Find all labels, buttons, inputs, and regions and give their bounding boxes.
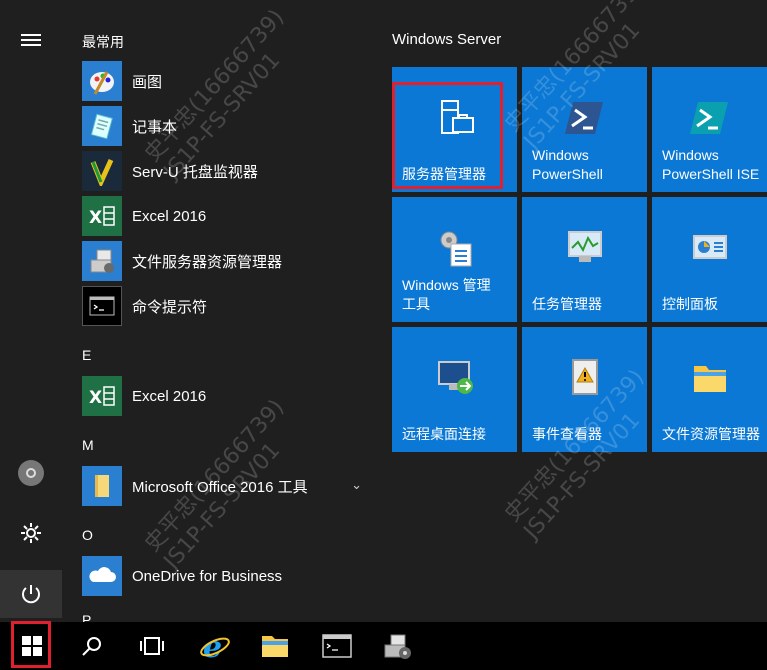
windows-start-icon[interactable] bbox=[2, 622, 62, 670]
notepad-icon bbox=[82, 106, 122, 146]
tile-powershell-ise[interactable]: Windows PowerShell ISE bbox=[652, 67, 767, 192]
taskbar: e bbox=[0, 622, 767, 670]
tile-task-manager[interactable]: 任务管理器 bbox=[522, 197, 647, 322]
server-manager-icon bbox=[392, 95, 517, 141]
app-label: Microsoft Office 2016 工具 bbox=[132, 478, 308, 496]
servu-icon bbox=[82, 151, 122, 191]
app-office-tools-folder[interactable]: Microsoft Office 2016 工具 ⌄ bbox=[82, 465, 372, 507]
gear-icon[interactable] bbox=[0, 509, 62, 557]
file-explorer-icon[interactable] bbox=[245, 622, 305, 670]
tile-server-manager[interactable]: 服务器管理器 bbox=[392, 67, 517, 192]
tile-event-viewer[interactable]: 事件查看器 bbox=[522, 327, 647, 452]
tile-admin-tools[interactable]: Windows 管理 工具 bbox=[392, 197, 517, 322]
app-label: 文件服务器资源管理器 bbox=[132, 253, 283, 271]
admin-tools-icon bbox=[392, 225, 517, 271]
file-server-icon bbox=[82, 241, 122, 281]
folder-icon bbox=[82, 466, 122, 506]
tiles-group-header[interactable]: Windows Server bbox=[392, 31, 501, 48]
task-view-icon[interactable] bbox=[122, 622, 182, 670]
app-file-server-resource-manager[interactable]: 文件服务器资源管理器 bbox=[82, 240, 372, 282]
app-label: 命令提示符 bbox=[132, 298, 208, 316]
control-panel-icon bbox=[652, 225, 767, 271]
tile-remote-desktop[interactable]: 远程桌面连接 bbox=[392, 327, 517, 452]
svg-text:X: X bbox=[89, 208, 102, 228]
powershell-ise-icon bbox=[652, 95, 767, 141]
tile-label: Windows 管理 工具 bbox=[402, 277, 491, 312]
app-servu[interactable]: Serv-U 托盘监视器 bbox=[82, 150, 372, 192]
power-icon[interactable] bbox=[0, 570, 62, 618]
app-notepad[interactable]: 记事本 bbox=[82, 105, 372, 147]
tile-label: 控制面板 bbox=[662, 296, 718, 312]
app-excel[interactable]: X Excel 2016 bbox=[82, 375, 372, 417]
app-paint[interactable]: 画图 bbox=[82, 60, 372, 102]
app-label: Excel 2016 bbox=[132, 207, 207, 225]
app-label: Excel 2016 bbox=[132, 387, 207, 405]
excel-icon: X bbox=[82, 376, 122, 416]
powershell-icon bbox=[522, 95, 647, 141]
paint-icon bbox=[82, 61, 122, 101]
group-header-m[interactable]: M bbox=[82, 437, 94, 453]
app-onedrive-business[interactable]: OneDrive for Business bbox=[82, 555, 372, 597]
cmd-icon bbox=[82, 286, 122, 326]
task-manager-icon bbox=[522, 225, 647, 271]
tile-label: 事件查看器 bbox=[532, 426, 602, 442]
cmd-icon[interactable] bbox=[307, 622, 367, 670]
group-header-most-used: 最常用 bbox=[82, 34, 124, 50]
tile-label: 文件资源管理器 bbox=[662, 426, 760, 442]
app-label: Serv-U 托盘监视器 bbox=[132, 163, 258, 181]
start-menu: 最常用 E M O P 画图 记事本 Serv-U 托盘监视器 X Excel … bbox=[0, 0, 767, 622]
group-header-e[interactable]: E bbox=[82, 347, 91, 363]
app-label: OneDrive for Business bbox=[132, 567, 283, 585]
group-header-o[interactable]: O bbox=[82, 527, 93, 543]
file-explorer-icon bbox=[652, 355, 767, 401]
tile-label: 任务管理器 bbox=[532, 296, 602, 312]
group-header-p[interactable]: P bbox=[82, 612, 91, 622]
remote-desktop-icon bbox=[392, 355, 517, 401]
search-icon[interactable] bbox=[62, 622, 122, 670]
hamburger-icon[interactable] bbox=[0, 16, 62, 64]
tile-label: Windows PowerShell ISE bbox=[662, 147, 760, 182]
tile-control-panel[interactable]: 控制面板 bbox=[652, 197, 767, 322]
server-icon[interactable] bbox=[368, 622, 428, 670]
onedrive-icon bbox=[82, 556, 122, 596]
chevron-down-icon[interactable]: ⌄ bbox=[351, 477, 362, 493]
app-label: 记事本 bbox=[132, 118, 178, 136]
tile-file-explorer[interactable]: 文件资源管理器 bbox=[652, 327, 767, 452]
svg-text:X: X bbox=[89, 388, 102, 408]
internet-explorer-icon[interactable]: e bbox=[185, 622, 245, 670]
tile-powershell[interactable]: Windows PowerShell bbox=[522, 67, 647, 192]
excel-icon: X bbox=[82, 196, 122, 236]
tile-label: 服务器管理器 bbox=[402, 166, 486, 182]
app-label: 画图 bbox=[132, 73, 163, 91]
app-excel[interactable]: X Excel 2016 bbox=[82, 195, 372, 237]
user-icon[interactable] bbox=[0, 449, 62, 497]
event-viewer-icon bbox=[522, 355, 647, 401]
app-cmd[interactable]: 命令提示符 bbox=[82, 285, 372, 327]
tile-label: Windows PowerShell bbox=[532, 147, 603, 182]
tile-label: 远程桌面连接 bbox=[402, 426, 486, 442]
